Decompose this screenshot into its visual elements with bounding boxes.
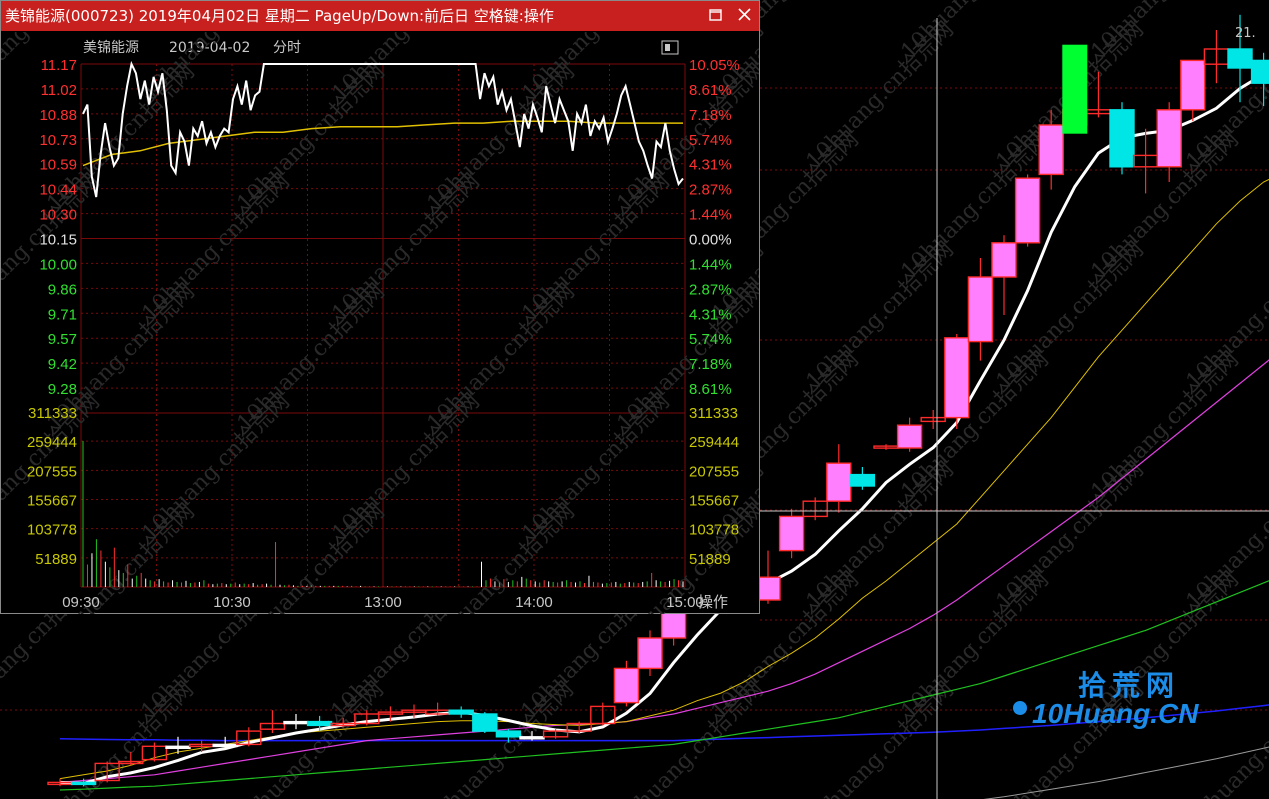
price-tick-label: 9.57 bbox=[48, 331, 77, 348]
candle-body bbox=[1250, 59, 1269, 84]
candle-body bbox=[991, 242, 1017, 278]
watermark-tile: 10huang.cn拾荒网 bbox=[232, 677, 389, 799]
candle-body bbox=[472, 713, 498, 732]
price-tick-label: 11.17 bbox=[41, 57, 77, 74]
candle-body bbox=[448, 709, 474, 715]
candle-body bbox=[1038, 124, 1064, 176]
volume-tick-label-right: 155667 bbox=[689, 493, 739, 510]
candle-body bbox=[165, 745, 191, 749]
watermark-tile: 10huang.cn拾荒网 bbox=[802, 677, 959, 799]
candle-body bbox=[896, 424, 923, 449]
volume-tick-label-right: 259444 bbox=[689, 434, 739, 451]
candle-body bbox=[1227, 48, 1253, 69]
percent-tick-label: 7.18% bbox=[689, 356, 732, 373]
time-tick-label: 13:00 bbox=[364, 594, 402, 611]
volume-tick-label-right: 51889 bbox=[689, 551, 731, 568]
intraday-popup-window[interactable]: 美锦能源(000723) 2019年04月02日 星期二 PageUp/Down… bbox=[0, 0, 760, 614]
time-tick-label: 14:00 bbox=[515, 594, 553, 611]
intraday-watermark: 10huang.cn拾荒网 10huang.cn拾荒网 10huang.cn拾荒网 1… bbox=[1, 32, 759, 614]
volume-tick-label-right: 103778 bbox=[689, 522, 739, 539]
candle-body bbox=[1014, 177, 1041, 244]
price-tick-label: 9.28 bbox=[48, 381, 77, 398]
percent-tick-label: 8.61% bbox=[689, 381, 732, 398]
brand-en: 10Huang.CN bbox=[1032, 698, 1199, 729]
candle-body bbox=[283, 720, 309, 725]
close-button[interactable] bbox=[736, 6, 754, 24]
time-axis-labels: 09:30 10:30 13:00 14:00 15:00 bbox=[62, 594, 704, 611]
candle-body bbox=[495, 730, 522, 738]
candle-body bbox=[849, 473, 876, 487]
candle-body bbox=[826, 462, 852, 502]
candle-body bbox=[637, 637, 663, 670]
price-tick-label: 9.42 bbox=[48, 356, 77, 373]
volume-tick-label-right: 207555 bbox=[689, 463, 739, 480]
percent-tick-label: 2.87% bbox=[689, 182, 732, 199]
candle-body bbox=[519, 736, 545, 740]
settings-icon[interactable] bbox=[661, 40, 679, 55]
percent-tick-label: 8.61% bbox=[689, 82, 732, 99]
volume-tick-label: 311333 bbox=[28, 405, 77, 422]
percent-tick-label: 2.87% bbox=[689, 281, 732, 298]
time-tick-label: 10:30 bbox=[213, 594, 251, 611]
restore-icon bbox=[709, 9, 722, 21]
candle-body bbox=[70, 781, 97, 786]
window-title: 美锦能源(000723) 2019年04月02日 星期二 PageUp/Down… bbox=[5, 7, 554, 25]
price-tick-label: 10.00 bbox=[39, 256, 77, 273]
candle-body bbox=[967, 276, 994, 343]
candle-body bbox=[1109, 109, 1135, 168]
volume-tick-label: 207555 bbox=[27, 463, 77, 480]
price-tick-label: 10.73 bbox=[39, 132, 77, 149]
volume-tick-label: 259444 bbox=[27, 434, 77, 451]
close-icon bbox=[738, 8, 751, 21]
candle-body bbox=[1156, 109, 1182, 168]
time-tick-label: 09:30 bbox=[62, 594, 100, 611]
watermark-logo: 拾荒网 10Huang.CN bbox=[1010, 664, 1220, 734]
logo-mark-icon bbox=[1013, 701, 1027, 715]
candle-body bbox=[944, 337, 970, 419]
price-tick-label: 10.88 bbox=[39, 107, 77, 124]
price-tick-label: 10.30 bbox=[39, 207, 77, 224]
volume-tick-label: 51889 bbox=[35, 551, 77, 568]
percent-tick-label: 4.31% bbox=[689, 306, 732, 323]
price-tick-label: 11.02 bbox=[41, 82, 77, 99]
percent-tick-label: 4.31% bbox=[689, 157, 732, 174]
candle-body bbox=[306, 720, 333, 727]
candle-body bbox=[778, 515, 805, 552]
percent-tick-label: 7.18% bbox=[689, 107, 732, 124]
percent-tick-label: 1.44% bbox=[689, 207, 732, 224]
candle-body-green bbox=[1062, 44, 1088, 134]
price-tick-label: 9.86 bbox=[48, 281, 77, 298]
intraday-mode: 分时 bbox=[273, 40, 301, 56]
percent-tick-label: 10.05% bbox=[689, 57, 740, 74]
percent-tick-label: 5.74% bbox=[689, 132, 732, 149]
restore-button[interactable] bbox=[707, 6, 725, 24]
candle-body bbox=[1180, 59, 1206, 111]
percent-tick-label: 1.44% bbox=[689, 256, 732, 273]
price-tick-label: 10.44 bbox=[39, 182, 77, 199]
watermark-tile: 10huang.cn拾荒网 bbox=[423, 499, 580, 614]
high-price-label: 21. bbox=[1235, 26, 1256, 41]
price-tick-label: 9.71 bbox=[48, 306, 77, 323]
percent-tick-label: 5.74% bbox=[689, 331, 732, 348]
candle-body bbox=[212, 743, 238, 748]
popup-titlebar[interactable]: 美锦能源(000723) 2019年04月02日 星期二 PageUp/Down… bbox=[1, 1, 759, 31]
percent-tick-label: 0.00% bbox=[689, 232, 732, 249]
volume-tick-label: 155667 bbox=[27, 493, 77, 510]
price-axis-labels: 11.17 11.02 10.88 10.73 10.59 10.44 10.30 10.15… bbox=[27, 57, 77, 568]
candle-body bbox=[613, 667, 640, 704]
intraday-chart[interactable]: 美锦能源 2019-04-02 分时 10huang.cn拾荒网 10huang.… bbox=[1, 32, 759, 614]
operate-label[interactable]: 操作 bbox=[698, 593, 728, 611]
price-tick-label: 10.15 bbox=[39, 232, 77, 249]
intraday-stock-name: 美锦能源 bbox=[83, 39, 139, 56]
volume-tick-label-right: 311333 bbox=[689, 405, 738, 422]
volume-tick-label: 103778 bbox=[27, 522, 77, 539]
price-tick-label: 10.59 bbox=[39, 157, 77, 174]
